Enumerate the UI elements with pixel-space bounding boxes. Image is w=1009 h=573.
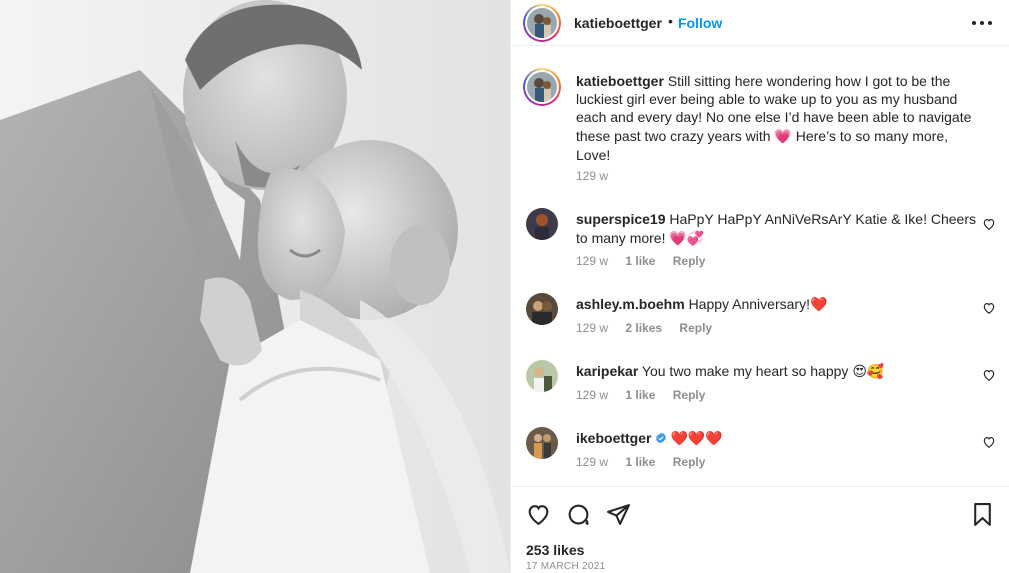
reply-button[interactable]: Reply [673, 254, 706, 268]
caption-username[interactable]: katieboettger [576, 73, 664, 89]
post-actions-bar: 253 likes 17 MARCH 2021 [511, 486, 1009, 573]
comment-like-heart-icon[interactable] [982, 301, 996, 315]
comment-meta: 129 w 1 like Reply [576, 455, 719, 469]
like-count[interactable]: 253 likes [526, 542, 584, 558]
comment-text: ikeboettger ❤️❤️❤️ [576, 429, 976, 449]
comment-meta: 129 w 1 like Reply [576, 254, 719, 268]
comment-timestamp[interactable]: 129 w [576, 455, 608, 469]
caption-emoji: 💗 [774, 128, 792, 145]
comment-avatar[interactable] [526, 208, 558, 240]
separator-dot: • [668, 13, 673, 29]
caption-timestamp[interactable]: 129 w [576, 169, 608, 183]
comment-body: You two make my heart so happy [641, 363, 849, 379]
comment-like-count[interactable]: 1 like [625, 254, 655, 268]
heart-icon[interactable] [526, 502, 551, 527]
comment-like-count[interactable]: 1 like [625, 455, 655, 469]
comment-timestamp[interactable]: 129 w [576, 254, 608, 268]
comment-username[interactable]: karipekar [576, 363, 638, 379]
comment-body: Happy Anniversary! [688, 296, 810, 312]
comment-timestamp[interactable]: 129 w [576, 321, 608, 335]
share-icon[interactable] [606, 502, 631, 527]
comment-text: ashley.m.boehm Happy Anniversary!❤️ [576, 295, 976, 315]
comment-text: karipekar You two make my heart so happy… [576, 362, 976, 382]
comment-like-count[interactable]: 2 likes [625, 321, 662, 335]
comment-avatar[interactable] [526, 293, 558, 325]
post-detail-panel: katieboettger • Follow katieboettger Sti… [510, 0, 1009, 573]
comment-emoji: 💗💞 [669, 231, 705, 247]
comment-emoji: ❤️ [809, 297, 828, 313]
comment-username[interactable]: ashley.m.boehm [576, 296, 685, 312]
reply-button[interactable]: Reply [673, 388, 706, 402]
post-date[interactable]: 17 MARCH 2021 [526, 561, 606, 572]
more-options-icon[interactable] [971, 13, 993, 33]
follow-button[interactable]: Follow [678, 15, 722, 31]
comment-like-heart-icon[interactable] [982, 368, 996, 382]
comment-timestamp[interactable]: 129 w [576, 388, 608, 402]
comment-like-count[interactable]: 1 like [625, 388, 655, 402]
comment-icon[interactable] [566, 502, 591, 527]
comment-like-heart-icon[interactable] [982, 217, 996, 231]
bookmark-icon[interactable] [970, 502, 995, 527]
comment-like-heart-icon[interactable] [982, 435, 996, 449]
caption-text: katieboettger Still sitting here wonderi… [576, 72, 976, 164]
comment-username[interactable]: ikeboettger [576, 430, 651, 446]
caption-author-avatar[interactable] [523, 68, 561, 106]
comment-username[interactable]: superspice19 [576, 211, 666, 227]
couple-photo [0, 0, 510, 573]
comment-emoji: 😍🥰 [852, 364, 885, 380]
reply-button[interactable]: Reply [673, 455, 706, 469]
post-header: katieboettger • Follow [511, 0, 1009, 46]
verified-badge-icon [656, 432, 667, 444]
comment-avatar[interactable] [526, 360, 558, 392]
author-avatar[interactable] [523, 4, 561, 42]
reply-button[interactable]: Reply [679, 321, 712, 335]
comment-meta: 129 w 1 like Reply [576, 388, 719, 402]
comment-meta: 129 w 2 likes Reply [576, 321, 726, 335]
comment-text: superspice19 HaPpY HaPpY AnNiVeRsArY Kat… [576, 210, 976, 249]
comment-avatar[interactable] [526, 427, 558, 459]
post-photo[interactable] [0, 0, 510, 573]
author-username[interactable]: katieboettger [574, 15, 662, 31]
comment-emoji: ❤️❤️❤️ [670, 431, 723, 447]
